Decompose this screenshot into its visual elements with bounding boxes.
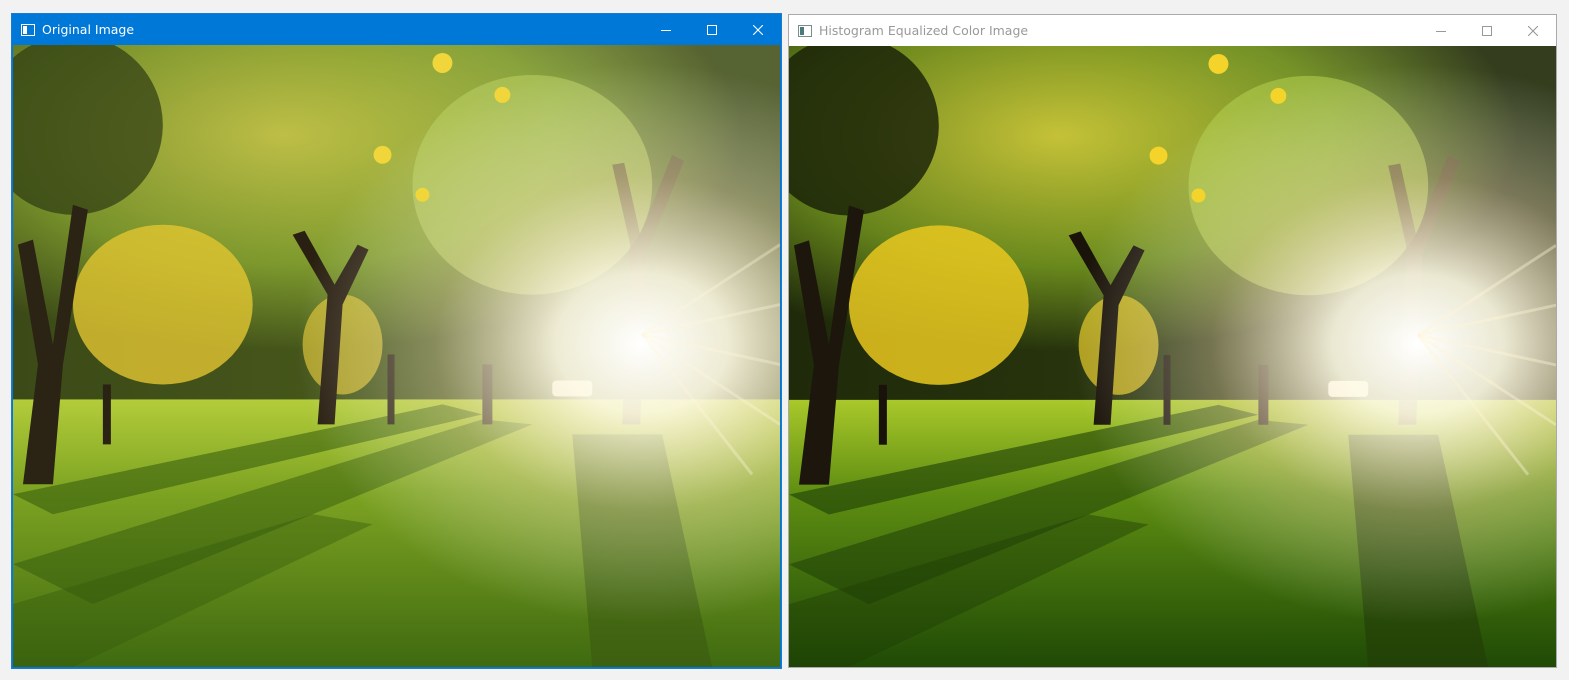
- equalized-image-window: Histogram Equalized Color Image: [788, 14, 1557, 668]
- minimize-icon: [1436, 30, 1446, 32]
- window-controls: [1418, 15, 1556, 46]
- maximize-button[interactable]: [1464, 15, 1510, 46]
- maximize-icon: [1482, 25, 1492, 36]
- close-icon: [753, 24, 763, 35]
- close-button[interactable]: [735, 14, 781, 45]
- close-icon: [1528, 25, 1538, 36]
- maximize-icon: [707, 24, 717, 35]
- minimize-button[interactable]: [643, 14, 689, 45]
- maximize-button[interactable]: [689, 14, 735, 45]
- image-canvas: [13, 45, 780, 667]
- title-bar[interactable]: Histogram Equalized Color Image: [789, 15, 1556, 46]
- window-title: Histogram Equalized Color Image: [819, 23, 1029, 38]
- minimize-icon: [661, 29, 671, 31]
- app-window-icon: [798, 24, 812, 37]
- title-bar[interactable]: Original Image: [12, 14, 781, 45]
- park-photo: [13, 45, 780, 667]
- image-canvas: [789, 46, 1556, 667]
- minimize-button[interactable]: [1418, 15, 1464, 46]
- window-controls: [643, 14, 781, 45]
- park-photo-equalized: [789, 46, 1556, 667]
- original-image-window: Original Image: [11, 13, 782, 669]
- window-title: Original Image: [42, 22, 135, 37]
- close-button[interactable]: [1510, 15, 1556, 46]
- app-window-icon: [21, 23, 35, 36]
